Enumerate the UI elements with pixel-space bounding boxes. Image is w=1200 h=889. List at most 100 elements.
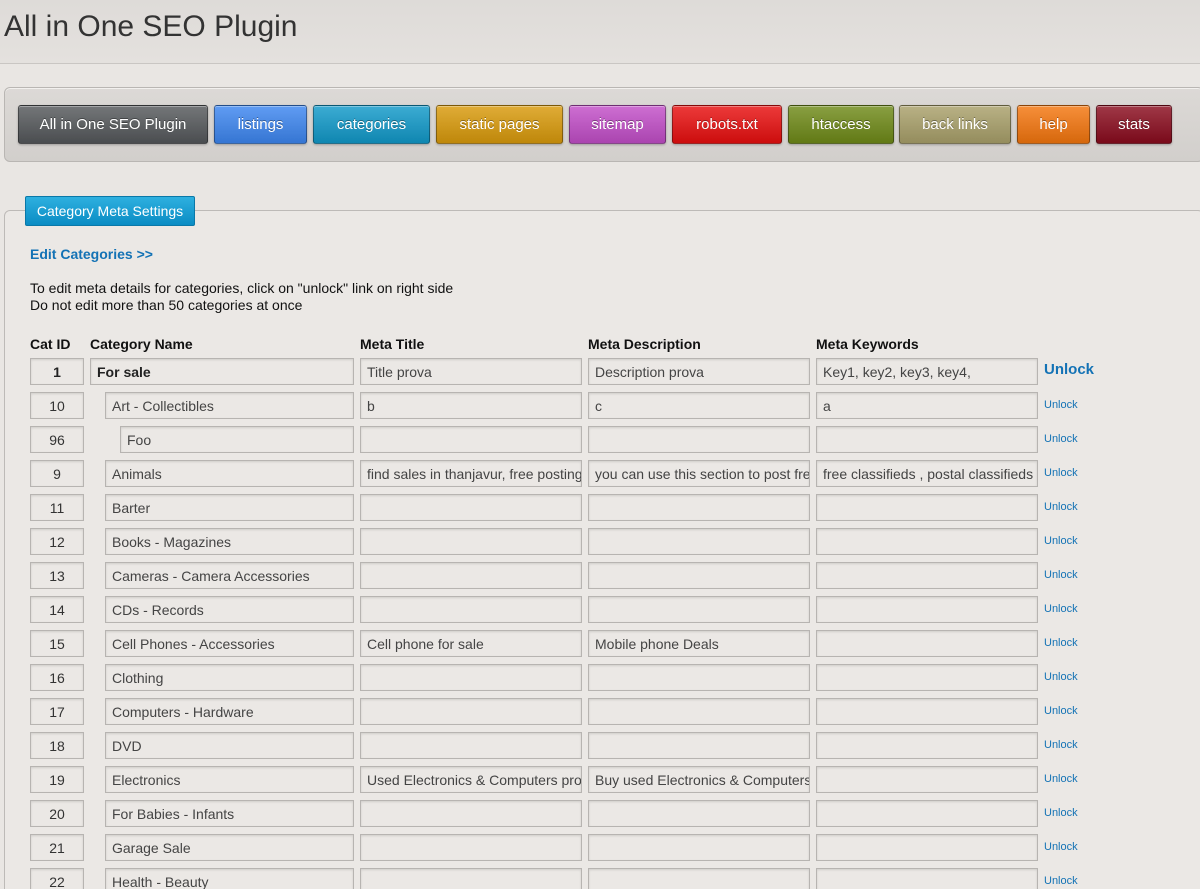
- meta-keywords-input[interactable]: [816, 528, 1038, 555]
- meta-description-input[interactable]: [588, 426, 810, 453]
- category-name-field[interactable]: Cell Phones - Accessories: [105, 630, 354, 657]
- meta-title-input[interactable]: [360, 868, 582, 889]
- unlock-link[interactable]: Unlock: [1044, 637, 1078, 649]
- unlock-link[interactable]: Unlock: [1044, 841, 1078, 853]
- nav-button-help[interactable]: help: [1017, 105, 1090, 144]
- meta-description-input[interactable]: [588, 868, 810, 889]
- column-header-meta-description: Meta Description: [588, 336, 701, 352]
- meta-description-input[interactable]: [588, 698, 810, 725]
- meta-description-input[interactable]: Mobile phone Deals: [588, 630, 810, 657]
- meta-description-input[interactable]: you can use this section to post free: [588, 460, 810, 487]
- category-name-field[interactable]: Barter: [105, 494, 354, 521]
- category-name-field[interactable]: Books - Magazines: [105, 528, 354, 555]
- meta-keywords-input[interactable]: [816, 664, 1038, 691]
- meta-keywords-input[interactable]: [816, 800, 1038, 827]
- category-name-field[interactable]: Art - Collectibles: [105, 392, 354, 419]
- unlock-link[interactable]: Unlock: [1044, 807, 1078, 819]
- unlock-link[interactable]: Unlock: [1044, 671, 1078, 683]
- meta-keywords-input[interactable]: a: [816, 392, 1038, 419]
- unlock-link[interactable]: Unlock: [1044, 569, 1078, 581]
- meta-description-input[interactable]: [588, 494, 810, 521]
- unlock-link[interactable]: Unlock: [1044, 705, 1078, 717]
- nav-button-sitemap[interactable]: sitemap: [569, 105, 666, 144]
- meta-description-input[interactable]: [588, 834, 810, 861]
- nav-button-categories[interactable]: categories: [313, 105, 430, 144]
- meta-keywords-input[interactable]: [816, 426, 1038, 453]
- category-name-field[interactable]: Cameras - Camera Accessories: [105, 562, 354, 589]
- category-name-field[interactable]: Garage Sale: [105, 834, 354, 861]
- cat-id-field: 15: [30, 630, 84, 657]
- meta-keywords-input[interactable]: [816, 630, 1038, 657]
- meta-keywords-input[interactable]: free classifieds , postal classifieds ,: [816, 460, 1038, 487]
- meta-description-input[interactable]: Description prova: [588, 358, 810, 385]
- meta-title-input[interactable]: [360, 426, 582, 453]
- category-name-field[interactable]: Foo: [120, 426, 354, 453]
- meta-keywords-input[interactable]: Key1, key2, key3, key4,: [816, 358, 1038, 385]
- meta-title-input[interactable]: find sales in thanjavur, free posting f: [360, 460, 582, 487]
- meta-keywords-input[interactable]: [816, 732, 1038, 759]
- meta-keywords-input[interactable]: [816, 562, 1038, 589]
- meta-description-input[interactable]: Buy used Electronics & Computers: [588, 766, 810, 793]
- unlock-link[interactable]: Unlock: [1044, 399, 1078, 411]
- unlock-link[interactable]: Unlock: [1044, 361, 1094, 378]
- unlock-link[interactable]: Unlock: [1044, 433, 1078, 445]
- unlock-link[interactable]: Unlock: [1044, 467, 1078, 479]
- meta-title-input[interactable]: [360, 834, 582, 861]
- meta-title-input[interactable]: [360, 596, 582, 623]
- meta-description-input[interactable]: c: [588, 392, 810, 419]
- meta-keywords-input[interactable]: [816, 698, 1038, 725]
- meta-title-input[interactable]: Cell phone for sale: [360, 630, 582, 657]
- category-name-field[interactable]: Health - Beauty: [105, 868, 354, 889]
- meta-description-input[interactable]: [588, 562, 810, 589]
- meta-title-input[interactable]: Used Electronics & Computers proc: [360, 766, 582, 793]
- meta-title-input[interactable]: [360, 528, 582, 555]
- meta-keywords-input[interactable]: [816, 868, 1038, 889]
- meta-description-input[interactable]: [588, 732, 810, 759]
- category-name-field[interactable]: Animals: [105, 460, 354, 487]
- unlock-link[interactable]: Unlock: [1044, 501, 1078, 513]
- category-name-field[interactable]: CDs - Records: [105, 596, 354, 623]
- nav-button-all-in-one-seo-plugin[interactable]: All in One SEO Plugin: [18, 105, 208, 144]
- category-name-field[interactable]: DVD: [105, 732, 354, 759]
- meta-title-input[interactable]: b: [360, 392, 582, 419]
- category-name-field[interactable]: For sale: [90, 358, 354, 385]
- unlock-link[interactable]: Unlock: [1044, 535, 1078, 547]
- category-name-field[interactable]: Clothing: [105, 664, 354, 691]
- meta-description-input[interactable]: [588, 528, 810, 555]
- nav-button-htaccess[interactable]: htaccess: [788, 105, 894, 144]
- meta-description-input[interactable]: [588, 596, 810, 623]
- meta-keywords-input[interactable]: [816, 596, 1038, 623]
- nav-button-static-pages[interactable]: static pages: [436, 105, 563, 144]
- nav-button-listings[interactable]: listings: [214, 105, 307, 144]
- unlock-link[interactable]: Unlock: [1044, 603, 1078, 615]
- cat-id-field: 1: [30, 358, 84, 385]
- nav-button-back-links[interactable]: back links: [899, 105, 1011, 144]
- unlock-link[interactable]: Unlock: [1044, 773, 1078, 785]
- table-row: 21 Garage Sale Unlock: [0, 832, 1200, 866]
- meta-title-input[interactable]: [360, 494, 582, 521]
- meta-keywords-input[interactable]: [816, 494, 1038, 521]
- cat-id-field: 21: [30, 834, 84, 861]
- meta-keywords-input[interactable]: [816, 766, 1038, 793]
- unlock-link[interactable]: Unlock: [1044, 875, 1078, 887]
- edit-categories-link[interactable]: Edit Categories >>: [30, 246, 153, 262]
- category-name-field[interactable]: For Babies - Infants: [105, 800, 354, 827]
- table-row: 15 Cell Phones - Accessories Cell phone fo…: [0, 628, 1200, 662]
- meta-description-input[interactable]: [588, 800, 810, 827]
- meta-title-input[interactable]: [360, 800, 582, 827]
- meta-title-input[interactable]: Title prova: [360, 358, 582, 385]
- column-header-category-name: Category Name: [90, 336, 193, 352]
- nav-button-stats[interactable]: stats: [1096, 105, 1172, 144]
- category-name-field[interactable]: Computers - Hardware: [105, 698, 354, 725]
- meta-title-input[interactable]: [360, 562, 582, 589]
- table-row: 18 DVD Unlock: [0, 730, 1200, 764]
- panel-tab-category-meta-settings[interactable]: Category Meta Settings: [25, 196, 195, 226]
- nav-button-robots-txt[interactable]: robots.txt: [672, 105, 782, 144]
- meta-description-input[interactable]: [588, 664, 810, 691]
- unlock-link[interactable]: Unlock: [1044, 739, 1078, 751]
- category-name-field[interactable]: Electronics: [105, 766, 354, 793]
- meta-title-input[interactable]: [360, 664, 582, 691]
- meta-keywords-input[interactable]: [816, 834, 1038, 861]
- meta-title-input[interactable]: [360, 732, 582, 759]
- meta-title-input[interactable]: [360, 698, 582, 725]
